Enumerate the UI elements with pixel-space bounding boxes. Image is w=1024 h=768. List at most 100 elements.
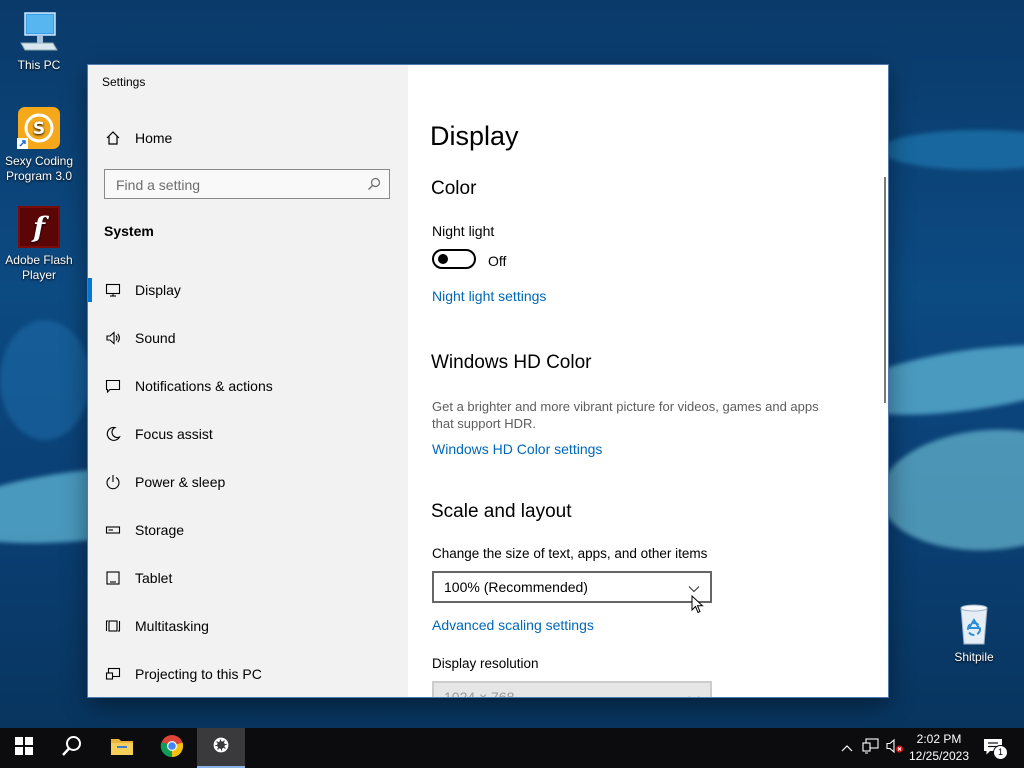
nav-item-label: Storage <box>135 522 185 538</box>
volume-muted-icon <box>886 738 904 759</box>
search-icon <box>367 177 381 196</box>
wallpaper-band <box>0 320 90 440</box>
nav-item-label: Multitasking <box>135 618 209 634</box>
scale-dropdown-value: 100% (Recommended) <box>444 579 588 595</box>
taskbar: 2:02 PM 12/25/2023 1 <box>0 728 1024 768</box>
color-heading: Color <box>431 178 477 199</box>
desktop-icon-adobe-flash[interactable]: f Adobe Flash Player <box>0 205 79 283</box>
night-light-settings-link[interactable]: Night light settings <box>432 288 546 304</box>
nav-item-projecting[interactable]: Projecting to this PC <box>88 654 408 694</box>
nav-item-storage[interactable]: Storage <box>88 510 408 550</box>
folder-icon <box>110 736 134 761</box>
nav-item-label: Tablet <box>135 570 173 586</box>
desktop-icon-this-pc[interactable]: This PC <box>0 10 79 73</box>
nav-item-notifications[interactable]: Notifications & actions <box>88 366 408 406</box>
page-title: Display <box>430 121 519 151</box>
window-title: Settings <box>102 75 146 89</box>
notification-icon <box>104 377 122 395</box>
nav-item-label: Sound <box>135 330 176 346</box>
search-placeholder: Find a setting <box>116 177 201 193</box>
nav-home[interactable]: Home <box>88 118 408 158</box>
desktop-icon-sexy-coding[interactable]: S Sexy Coding Program 3.0 <box>0 106 79 184</box>
desktop-icon-label: Player <box>21 268 56 282</box>
monitor-icon <box>104 281 122 299</box>
taskbar-clock[interactable]: 2:02 PM 12/25/2023 <box>906 731 972 765</box>
home-icon <box>104 129 122 147</box>
chrome-icon <box>160 734 184 763</box>
clock-time: 2:02 PM <box>916 732 962 746</box>
nav-home-label: Home <box>135 130 173 146</box>
settings-taskbar-button[interactable] <box>197 728 245 768</box>
flash-player-icon: f <box>17 205 61 249</box>
nav-item-tablet[interactable]: Tablet <box>88 558 408 598</box>
chrome-button[interactable] <box>148 728 196 768</box>
storage-icon <box>104 521 122 539</box>
nav-item-focus-assist[interactable]: Focus assist <box>88 414 408 454</box>
svg-text:S: S <box>33 119 45 139</box>
nav-item-multitasking[interactable]: Multitasking <box>88 606 408 646</box>
desktop-icon-label: Program 3.0 <box>5 169 73 183</box>
hdr-settings-link[interactable]: Windows HD Color settings <box>432 441 602 457</box>
settings-content: Display Color Night light Off Night ligh… <box>408 65 888 697</box>
mouse-cursor <box>691 594 705 620</box>
nav-item-display[interactable]: Display <box>88 270 408 310</box>
windows-logo-icon <box>15 736 33 760</box>
recycle-bin-icon <box>952 602 996 646</box>
network-button[interactable] <box>860 728 882 768</box>
file-explorer-button[interactable] <box>98 728 146 768</box>
nav-item-label: Notifications & actions <box>135 378 273 394</box>
nav-item-label: Projecting to this PC <box>135 666 262 682</box>
notification-icon: 1 <box>983 738 1008 760</box>
wallpaper-band <box>876 422 1024 558</box>
resolution-dropdown-value: 1024 × 768 <box>444 689 515 697</box>
toggle-knob <box>438 254 448 264</box>
desktop-icon-label: This PC <box>17 58 61 72</box>
projecting-icon <box>104 665 122 683</box>
nav-item-label: Display <box>135 282 181 298</box>
desktop-icon-label: Sexy Coding <box>4 154 74 168</box>
search-button[interactable] <box>48 728 96 768</box>
chevron-down-icon <box>688 691 700 697</box>
computer-icon <box>17 10 61 54</box>
hdr-description: that support HDR. <box>432 416 537 431</box>
nav-item-sound[interactable]: Sound <box>88 318 408 358</box>
night-light-state: Off <box>488 253 507 269</box>
nav-item-label: Focus assist <box>135 426 213 442</box>
speaker-icon <box>104 329 122 347</box>
show-hidden-icons-button[interactable] <box>838 728 856 768</box>
search-icon <box>61 735 83 762</box>
content-scrollbar[interactable] <box>884 177 886 403</box>
desktop-icon-recycle-bin[interactable]: Shitpile <box>934 602 1014 665</box>
wallpaper-band <box>880 130 1024 170</box>
gear-icon <box>210 734 232 761</box>
power-icon <box>104 473 122 491</box>
hdr-heading: Windows HD Color <box>431 352 592 373</box>
resolution-label: Display resolution <box>432 656 539 671</box>
app-shortcut-icon: S <box>17 106 61 150</box>
section-label: System <box>104 223 154 239</box>
resolution-dropdown[interactable]: 1024 × 768 <box>432 681 712 697</box>
hdr-description: Get a brighter and more vibrant picture … <box>432 399 819 414</box>
network-icon <box>862 737 880 759</box>
nav-item-power-sleep[interactable]: Power & sleep <box>88 462 408 502</box>
nav-item-label: Power & sleep <box>135 474 226 490</box>
search-input[interactable]: Find a setting <box>104 169 390 199</box>
multitasking-icon <box>104 617 122 635</box>
night-light-toggle[interactable] <box>432 249 476 269</box>
volume-button[interactable] <box>884 728 906 768</box>
chevron-up-icon <box>841 739 853 757</box>
start-button[interactable] <box>0 728 48 768</box>
moon-icon <box>104 425 122 443</box>
tablet-icon <box>104 569 122 587</box>
scale-heading: Scale and layout <box>431 501 572 522</box>
clock-date: 12/25/2023 <box>908 749 970 763</box>
action-center-button[interactable]: 1 <box>980 728 1008 768</box>
night-light-label: Night light <box>432 223 495 239</box>
scale-label: Change the size of text, apps, and other… <box>432 546 708 561</box>
desktop-icon-label: Adobe Flash <box>5 253 73 267</box>
advanced-scaling-link[interactable]: Advanced scaling settings <box>432 617 594 633</box>
desktop-icon-label: Shitpile <box>954 650 994 664</box>
settings-window: Settings Home Find a setting System Disp… <box>88 65 888 697</box>
notification-count-badge: 1 <box>993 745 1008 760</box>
scale-dropdown[interactable]: 100% (Recommended) <box>432 571 712 603</box>
